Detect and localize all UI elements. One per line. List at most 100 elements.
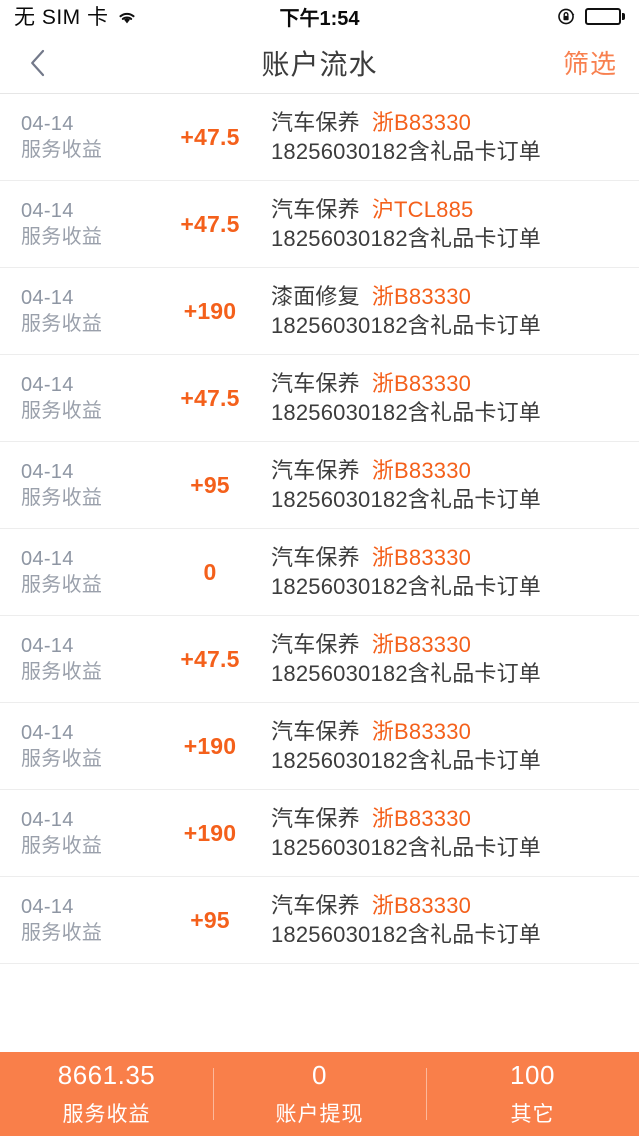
row-type: 服务收益 bbox=[21, 748, 103, 770]
navigation-bar: 账户流水 筛选 bbox=[0, 32, 639, 94]
row-amount: +47.5 bbox=[180, 384, 240, 411]
chevron-left-icon bbox=[29, 48, 46, 78]
row-amount: +190 bbox=[183, 819, 237, 846]
row-order: 18256030182含礼品卡订单 bbox=[271, 573, 541, 599]
row-detail-cell: 汽车保养 浙B83330 18256030182含礼品卡订单 bbox=[265, 719, 639, 773]
row-date: 04-14 bbox=[21, 113, 74, 135]
row-date-cell: 04-14 服务收益 bbox=[0, 548, 155, 596]
app-screen: 无 SIM 卡 下午1:54 账户流水 筛选 04-14 服务收益 +47.5 … bbox=[0, 0, 639, 1136]
row-order: 18256030182含礼品卡订单 bbox=[271, 138, 541, 164]
row-date-cell: 04-14 服务收益 bbox=[0, 113, 155, 161]
row-date-cell: 04-14 服务收益 bbox=[0, 809, 155, 857]
back-button[interactable] bbox=[0, 32, 74, 94]
row-amount: +47.5 bbox=[180, 645, 240, 672]
summary-value: 8661.35 bbox=[57, 1060, 156, 1090]
row-detail-cell: 汽车保养 浙B83330 18256030182含礼品卡订单 bbox=[265, 110, 639, 164]
row-date-cell: 04-14 服务收益 bbox=[0, 287, 155, 335]
row-date: 04-14 bbox=[21, 548, 74, 570]
row-plate: 浙B83330 bbox=[371, 458, 472, 484]
summary-label: 服务收益 bbox=[62, 1103, 151, 1126]
row-order: 18256030182含礼品卡订单 bbox=[271, 747, 541, 773]
row-service: 汽车保养 bbox=[271, 632, 360, 658]
table-row[interactable]: 04-14 服务收益 +95 汽车保养 浙B83330 18256030182含礼品卡订单 bbox=[0, 442, 639, 529]
row-detail-cell: 汽车保养 浙B83330 18256030182含礼品卡订单 bbox=[265, 806, 639, 860]
row-service-line: 汽车保养 浙B83330 bbox=[271, 632, 625, 657]
row-order: 18256030182含礼品卡订单 bbox=[271, 312, 541, 338]
row-service: 汽车保养 bbox=[271, 545, 360, 571]
row-type: 服务收益 bbox=[21, 226, 103, 248]
row-order: 18256030182含礼品卡订单 bbox=[271, 921, 541, 947]
row-detail-cell: 汽车保养 浙B83330 18256030182含礼品卡订单 bbox=[265, 371, 639, 425]
wifi-icon bbox=[116, 9, 138, 25]
row-detail-cell: 汽车保养 浙B83330 18256030182含礼品卡订单 bbox=[265, 458, 639, 512]
row-plate: 浙B83330 bbox=[371, 371, 472, 397]
row-plate: 浙B83330 bbox=[371, 719, 472, 745]
row-service-line: 汽车保养 浙B83330 bbox=[271, 719, 625, 744]
row-date: 04-14 bbox=[21, 722, 74, 744]
summary-value: 0 bbox=[312, 1060, 327, 1090]
table-row[interactable]: 04-14 服务收益 +47.5 汽车保养 沪TCL885 18256030182含礼品卡… bbox=[0, 181, 639, 268]
row-plate: 浙B83330 bbox=[371, 284, 472, 310]
summary-item[interactable]: 0 账户提现 bbox=[213, 1052, 426, 1136]
row-date: 04-14 bbox=[21, 809, 74, 831]
row-date: 04-14 bbox=[21, 635, 74, 657]
row-plate: 浙B83330 bbox=[371, 545, 472, 571]
row-service-line: 漆面修复 浙B83330 bbox=[271, 284, 625, 309]
row-date: 04-14 bbox=[21, 896, 74, 918]
row-plate: 浙B83330 bbox=[371, 893, 472, 919]
table-row[interactable]: 04-14 服务收益 +190 汽车保养 浙B83330 18256030182含礼品卡订… bbox=[0, 790, 639, 877]
battery-icon bbox=[584, 7, 625, 25]
row-detail-cell: 漆面修复 浙B83330 18256030182含礼品卡订单 bbox=[265, 284, 639, 338]
summary-item[interactable]: 8661.35 服务收益 bbox=[0, 1052, 213, 1136]
row-date: 04-14 bbox=[21, 200, 74, 222]
row-amount: +47.5 bbox=[180, 123, 240, 150]
summary-label: 账户提现 bbox=[275, 1103, 364, 1126]
row-amount: +190 bbox=[183, 297, 237, 324]
row-service-line: 汽车保养 浙B83330 bbox=[271, 110, 625, 135]
status-bar-left: 无 SIM 卡 bbox=[14, 1, 138, 31]
summary-label: 其它 bbox=[510, 1103, 555, 1126]
row-type: 服务收益 bbox=[21, 400, 103, 422]
row-order: 18256030182含礼品卡订单 bbox=[271, 834, 541, 860]
row-plate: 浙B83330 bbox=[371, 632, 472, 658]
row-service-line: 汽车保养 浙B83330 bbox=[271, 893, 625, 918]
row-amount: +190 bbox=[183, 732, 237, 759]
table-row[interactable]: 04-14 服务收益 0 汽车保养 浙B83330 18256030182含礼品卡订单 bbox=[0, 529, 639, 616]
row-service: 汽车保养 bbox=[271, 371, 360, 397]
table-row[interactable]: 04-14 服务收益 +47.5 汽车保养 浙B83330 18256030182含礼品卡… bbox=[0, 355, 639, 442]
status-bar-right bbox=[557, 7, 625, 26]
row-service: 汽车保养 bbox=[271, 458, 360, 484]
row-amount: +47.5 bbox=[180, 210, 240, 237]
row-date: 04-14 bbox=[21, 287, 74, 309]
table-row[interactable]: 04-14 服务收益 +190 漆面修复 浙B83330 18256030182含礼品卡订… bbox=[0, 268, 639, 355]
row-type: 服务收益 bbox=[21, 313, 103, 335]
row-type: 服务收益 bbox=[21, 922, 103, 944]
transaction-list[interactable]: 04-14 服务收益 +47.5 汽车保养 浙B83330 18256030182含礼品卡… bbox=[0, 94, 639, 1052]
row-date-cell: 04-14 服务收益 bbox=[0, 896, 155, 944]
row-plate: 浙B83330 bbox=[371, 806, 472, 832]
table-row[interactable]: 04-14 服务收益 +95 汽车保养 浙B83330 18256030182含礼品卡订单 bbox=[0, 877, 639, 964]
row-service: 漆面修复 bbox=[271, 284, 360, 310]
summary-item[interactable]: 100 其它 bbox=[426, 1052, 639, 1136]
row-service-line: 汽车保养 浙B83330 bbox=[271, 458, 625, 483]
row-type: 服务收益 bbox=[21, 487, 103, 509]
row-type: 服务收益 bbox=[21, 139, 103, 161]
table-row[interactable]: 04-14 服务收益 +47.5 汽车保养 浙B83330 18256030182含礼品卡… bbox=[0, 94, 639, 181]
filter-button[interactable]: 筛选 bbox=[563, 44, 617, 81]
row-order: 18256030182含礼品卡订单 bbox=[271, 225, 541, 251]
row-date-cell: 04-14 服务收益 bbox=[0, 635, 155, 683]
row-service: 汽车保养 bbox=[271, 110, 360, 136]
table-row[interactable]: 04-14 服务收益 +190 汽车保养 浙B83330 18256030182含礼品卡订… bbox=[0, 703, 639, 790]
row-date-cell: 04-14 服务收益 bbox=[0, 461, 155, 509]
row-service-line: 汽车保养 浙B83330 bbox=[271, 371, 625, 396]
row-service-line: 汽车保养 沪TCL885 bbox=[271, 197, 625, 222]
row-plate: 沪TCL885 bbox=[371, 197, 474, 223]
row-service: 汽车保养 bbox=[271, 806, 360, 832]
row-type: 服务收益 bbox=[21, 835, 103, 857]
row-type: 服务收益 bbox=[21, 574, 103, 596]
summary-value: 100 bbox=[510, 1060, 555, 1090]
row-service-line: 汽车保养 浙B83330 bbox=[271, 545, 625, 570]
table-row[interactable]: 04-14 服务收益 +47.5 汽车保养 浙B83330 18256030182含礼品卡… bbox=[0, 616, 639, 703]
row-detail-cell: 汽车保养 浙B83330 18256030182含礼品卡订单 bbox=[265, 632, 639, 686]
row-order: 18256030182含礼品卡订单 bbox=[271, 486, 541, 512]
